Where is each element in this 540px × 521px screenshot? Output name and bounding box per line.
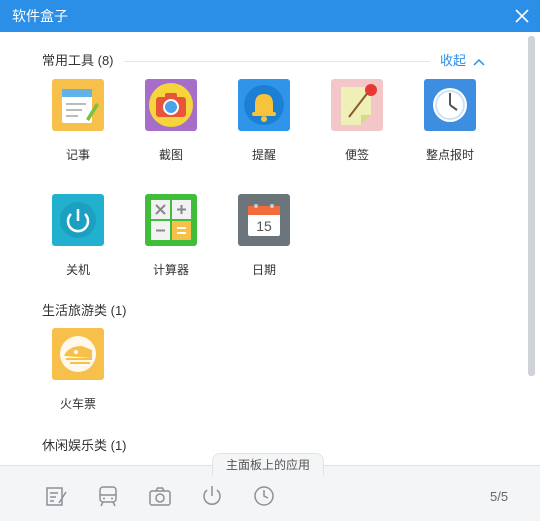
app-reminder[interactable]: 提醒 [224,79,304,163]
chevron-up-icon [473,58,485,66]
app-label: 记事 [65,148,90,162]
app-label: 日期 [251,263,276,277]
calendar-icon: 15 [238,194,290,246]
calculator-icon [145,194,197,246]
collapse-button[interactable]: 收起 [440,52,486,70]
title-bar: 软件盒子 [0,0,540,32]
app-label: 计算器 [152,263,189,277]
section-title-life-travel: 生活旅游类 (1) [42,303,127,318]
app-label: 火车票 [59,397,96,411]
camera-icon [145,79,197,131]
app-label: 截图 [158,148,183,162]
app-label: 便签 [344,148,369,162]
app-screenshot[interactable]: 截图 [131,79,211,163]
dock-power-icon[interactable] [200,484,224,508]
collapse-label: 收起 [440,53,467,68]
dock-tab-label: 主面板上的应用 [212,453,324,475]
section-title-common-tools: 常用工具 (8) [42,53,114,68]
sticky-note-icon [331,79,383,131]
app-calculator[interactable]: 计算器 [131,194,211,278]
page-indicator: 5/5 [490,489,509,504]
calendar-day: 15 [256,218,272,234]
train-icon [52,328,104,380]
app-train-ticket[interactable]: 火车票 [38,328,118,412]
app-date[interactable]: 15 日期 [224,194,304,278]
window-title: 软件盒子 [12,8,68,24]
dock-camera-icon[interactable] [148,484,172,508]
dock-notepad-icon[interactable] [44,484,68,508]
app-label: 提醒 [251,148,276,162]
app-shutdown[interactable]: 关机 [38,194,118,278]
app-sticky-note[interactable]: 便签 [317,79,397,163]
scrollbar[interactable] [528,36,535,376]
dock-clock-icon[interactable] [252,484,276,508]
app-hourly-chime[interactable]: 整点报时 [410,79,490,163]
clock-icon [424,79,476,131]
power-icon [52,194,104,246]
section-title-leisure: 休闲娱乐类 (1) [42,438,127,453]
dock-train-icon[interactable] [96,484,120,508]
section-divider [124,61,430,62]
app-label: 整点报时 [425,148,474,162]
app-label: 关机 [65,263,90,277]
bell-icon [238,79,290,131]
close-icon[interactable] [512,6,532,26]
app-list-panel: 常用工具 (8) 收起 记事 截图 提醒 便签 整点报时 关机 计算器 15 日… [0,32,540,465]
notepad-icon [52,79,104,131]
app-notepad[interactable]: 记事 [38,79,118,163]
